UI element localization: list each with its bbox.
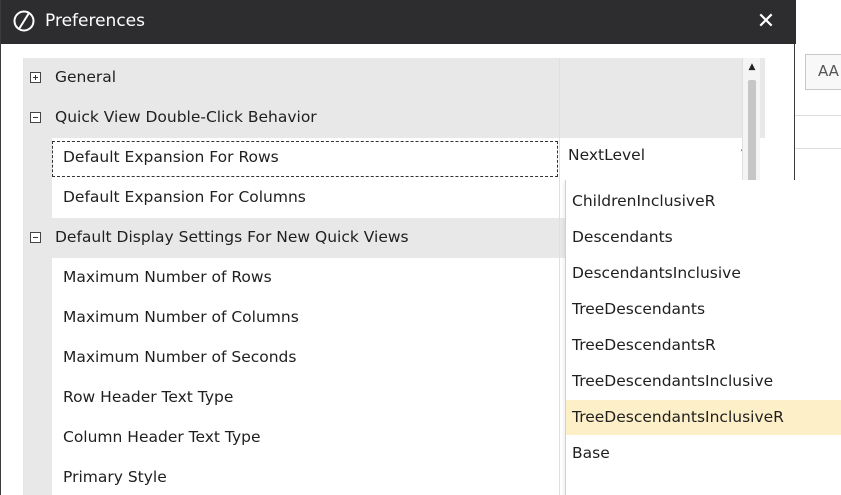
dropdown-option[interactable]: DescendantsInclusive xyxy=(566,256,841,291)
dropdown-option[interactable]: Base xyxy=(566,436,841,471)
background-tab[interactable]: AA xyxy=(805,54,841,90)
property-row[interactable]: Default Expansion For Rows NextLevel▼ xyxy=(24,138,766,178)
property-name-cell[interactable]: Maximum Number of Rows xyxy=(24,258,559,298)
background-tab-label: AA xyxy=(818,62,839,80)
property-name-cell[interactable]: Column Header Text Type xyxy=(24,418,559,458)
property-label: Maximum Number of Seconds xyxy=(63,348,297,366)
expansion-select-value[interactable]: NextLevel xyxy=(568,146,645,164)
plus-box-icon[interactable] xyxy=(30,72,41,83)
scroll-thumb[interactable] xyxy=(748,80,756,190)
dropdown-option[interactable]: TreeDescendantsR xyxy=(566,328,841,363)
minus-box-icon[interactable] xyxy=(30,232,41,243)
title-bar[interactable]: Preferences ✕ xyxy=(1,0,796,44)
category-row[interactable]: Quick View Double-Click Behavior xyxy=(24,98,766,138)
row-indent xyxy=(24,298,52,338)
property-label: Maximum Number of Columns xyxy=(63,308,299,326)
property-name-cell[interactable]: Default Display Settings For New Quick V… xyxy=(24,218,559,258)
property-name-cell[interactable]: Maximum Number of Columns xyxy=(24,298,559,338)
close-icon: ✕ xyxy=(756,9,776,34)
row-indent xyxy=(24,258,52,298)
background-divider xyxy=(795,148,841,149)
category-label: Quick View Double-Click Behavior xyxy=(55,108,317,126)
property-name-cell[interactable]: Quick View Double-Click Behavior xyxy=(24,98,559,138)
property-label: Maximum Number of Rows xyxy=(63,268,272,286)
property-value-cell xyxy=(559,98,765,138)
minus-box-icon[interactable] xyxy=(30,112,41,123)
category-label: Default Display Settings For New Quick V… xyxy=(55,228,409,246)
row-indent xyxy=(24,178,52,218)
property-label: Column Header Text Type xyxy=(63,428,261,446)
property-label: Primary Style xyxy=(63,468,167,486)
row-indent xyxy=(24,338,52,378)
close-button[interactable]: ✕ xyxy=(749,5,783,39)
dialog-title: Preferences xyxy=(45,11,145,31)
category-row[interactable]: General xyxy=(24,58,766,98)
row-indent xyxy=(24,138,52,178)
dropdown-option[interactable]: TreeDescendantsInclusiveR xyxy=(566,400,841,435)
app-logo-icon xyxy=(13,10,35,32)
dropdown-option[interactable]: TreeDescendants xyxy=(566,292,841,327)
scroll-up-button[interactable]: ▲ xyxy=(745,62,759,76)
property-name-cell[interactable]: Default Expansion For Columns xyxy=(24,178,559,218)
property-label: Row Header Text Type xyxy=(63,388,234,406)
background-divider xyxy=(795,115,841,116)
property-value-cell[interactable]: NextLevel▼ xyxy=(559,138,765,178)
row-indent xyxy=(24,418,52,458)
property-name-cell[interactable]: Row Header Text Type xyxy=(24,378,559,418)
property-name-cell[interactable]: Maximum Number of Seconds xyxy=(24,338,559,378)
expansion-dropdown-list: ChildrenInclusiveR Descendants Descendants… xyxy=(565,180,841,495)
property-name-cell[interactable]: General xyxy=(24,58,559,98)
row-indent xyxy=(24,378,52,418)
dropdown-option[interactable]: TreeDescendantsInclusive xyxy=(566,364,841,399)
category-label: General xyxy=(55,68,117,86)
triangle-up-icon: ▲ xyxy=(748,62,756,72)
property-name-cell[interactable]: Default Expansion For Rows xyxy=(24,138,559,178)
row-indent xyxy=(24,458,52,495)
dropdown-option[interactable]: ChildrenInclusiveR xyxy=(566,184,841,219)
property-value-cell xyxy=(559,58,765,98)
dropdown-option[interactable]: Descendants xyxy=(566,220,841,255)
property-label: Default Expansion For Rows xyxy=(63,148,279,166)
property-name-cell[interactable]: Primary Style xyxy=(24,458,559,495)
property-label: Default Expansion For Columns xyxy=(63,188,306,206)
